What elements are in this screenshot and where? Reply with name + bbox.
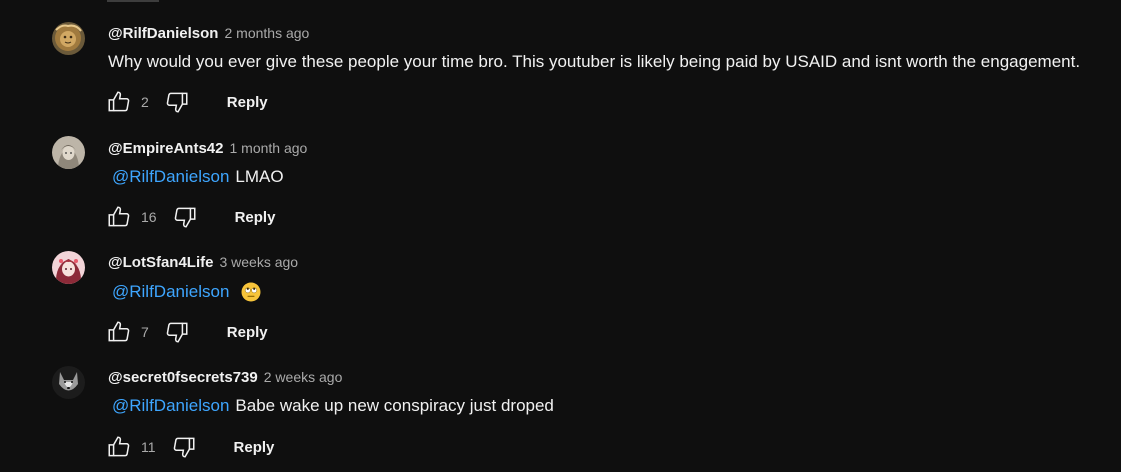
thumbs-down-icon[interactable] [163, 88, 191, 116]
reply-button[interactable]: Reply [235, 209, 276, 226]
like-count: 2 [141, 94, 149, 110]
eye-roll-emoji-icon [241, 282, 261, 302]
thumbs-up-icon[interactable] [105, 88, 133, 116]
comment-author[interactable]: @secret0fsecrets739 [108, 369, 258, 386]
like-count: 7 [141, 324, 149, 340]
thumbs-down-icon[interactable] [170, 433, 198, 461]
comment-author[interactable]: @RilfDanielson [108, 25, 218, 42]
comment-timestamp[interactable]: 2 weeks ago [264, 369, 343, 385]
comment-text: Babe wake up new conspiracy just droped [235, 396, 554, 415]
reply-button[interactable]: Reply [227, 94, 268, 111]
comment-timestamp[interactable]: 2 months ago [224, 25, 309, 41]
mention-link[interactable]: @RilfDanielson [112, 396, 229, 416]
anime-portrait-avatar-icon[interactable] [52, 136, 85, 169]
comment-timestamp[interactable]: 1 month ago [230, 140, 308, 156]
thumbs-down-icon[interactable] [163, 318, 191, 346]
divider [107, 0, 159, 2]
reply-button[interactable]: Reply [234, 439, 275, 456]
anime-girl-avatar-icon[interactable] [52, 251, 85, 284]
like-count: 16 [141, 209, 157, 225]
reply-button[interactable]: Reply [227, 324, 268, 341]
like-count: 11 [141, 439, 156, 455]
thumbs-up-icon[interactable] [105, 318, 133, 346]
mention-link[interactable]: @RilfDanielson [112, 167, 229, 187]
comment-author[interactable]: @LotSfan4Life [108, 254, 213, 271]
thumbs-up-icon[interactable] [105, 433, 133, 461]
mention-link[interactable]: @RilfDanielson [112, 282, 229, 302]
wolf-avatar-icon[interactable] [52, 366, 85, 399]
thumbs-down-icon[interactable] [171, 203, 199, 231]
lion-avatar-icon[interactable] [52, 22, 85, 55]
comment-text: LMAO [235, 167, 284, 186]
comment-text: Why would you ever give these people you… [108, 52, 1081, 71]
comment-timestamp[interactable]: 3 weeks ago [219, 254, 298, 270]
thumbs-up-icon[interactable] [105, 203, 133, 231]
comment-author[interactable]: @EmpireAnts42 [108, 140, 224, 157]
